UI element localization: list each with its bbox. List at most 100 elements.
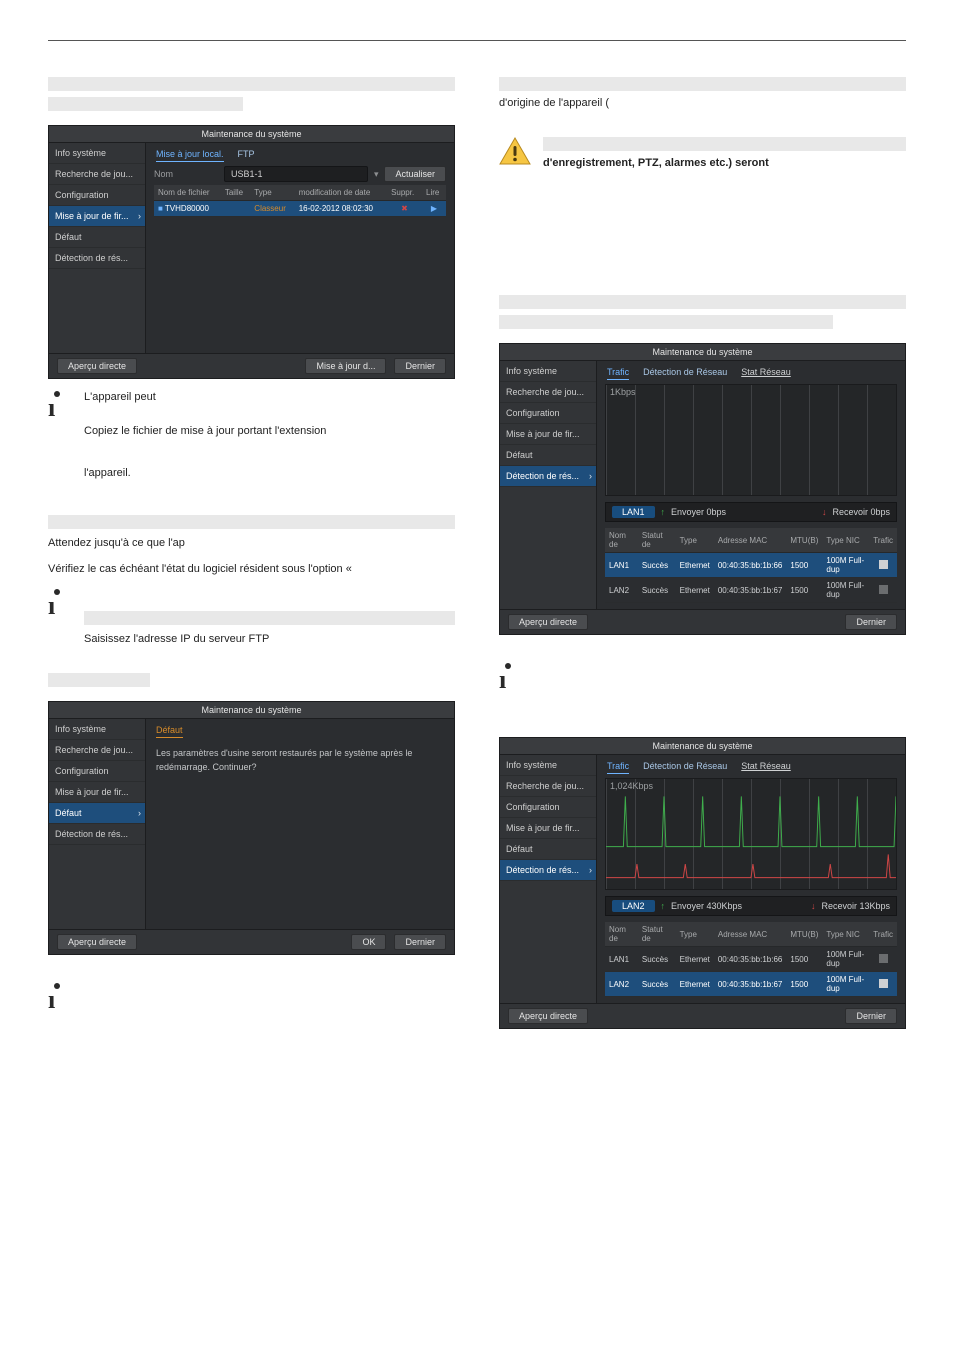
traffic-checkbox[interactable] xyxy=(869,972,897,997)
sidebar-item-info[interactable]: Info système xyxy=(49,143,145,164)
panel-title: Maintenance du système xyxy=(49,702,454,719)
info-text: l'appareil. xyxy=(84,467,131,479)
send-label: Envoyer 0bps xyxy=(671,507,726,517)
table-row[interactable]: LAN1 Succès Ethernet 00:40:35:bb:1b:66 1… xyxy=(605,947,897,972)
device-name-select[interactable]: USB1-1 xyxy=(224,166,368,182)
sidebar-item-default[interactable]: Défaut xyxy=(49,803,145,824)
tab-traffic[interactable]: Trafic xyxy=(607,367,629,380)
close-button[interactable]: Dernier xyxy=(845,614,897,630)
sidebar-item-log[interactable]: Recherche de jou... xyxy=(49,740,145,761)
maintenance-panel-default: Maintenance du système Info système Rech… xyxy=(48,701,455,955)
info-icon: ı xyxy=(48,981,72,1009)
sidebar-item-firmware[interactable]: Mise à jour de fir... xyxy=(49,206,145,227)
nic-badge: LAN1 xyxy=(612,506,655,518)
sidebar-item-log[interactable]: Recherche de jou... xyxy=(500,382,596,403)
sidebar-item-default[interactable]: Défaut xyxy=(500,445,596,466)
traffic-chart: 1,024Kbps xyxy=(605,778,897,890)
col-type: Type xyxy=(676,528,714,553)
redacted-bar xyxy=(499,315,833,329)
tab-net-stat[interactable]: Stat Réseau xyxy=(741,367,791,380)
redacted-bar xyxy=(499,295,906,309)
info-icon: ı xyxy=(48,389,72,417)
col-nic: Type NIC xyxy=(822,922,869,947)
close-button[interactable]: Dernier xyxy=(845,1008,897,1024)
sidebar-item-netdetect[interactable]: Détection de rés... xyxy=(49,824,145,845)
sidebar-item-netdetect[interactable]: Détection de rés... xyxy=(500,860,596,881)
table-row[interactable]: LAN1 Succès Ethernet 00:40:35:bb:1b:66 1… xyxy=(605,553,897,578)
info-text: Copiez le fichier de mise à jour portant… xyxy=(84,425,326,437)
redacted-bar xyxy=(48,77,455,91)
sidebar-item-default[interactable]: Défaut xyxy=(49,227,145,248)
sidebar-item-config[interactable]: Configuration xyxy=(500,403,596,424)
sidebar-item-netdetect[interactable]: Détection de rés... xyxy=(500,466,596,487)
tab-net-stat[interactable]: Stat Réseau xyxy=(741,761,791,774)
col-type: Type xyxy=(250,185,294,201)
panel-sidebar: Info système Recherche de jou... Configu… xyxy=(49,143,146,353)
info-icon: ı xyxy=(48,587,72,615)
col-mac: Adresse MAC xyxy=(714,528,787,553)
redacted-bar xyxy=(499,77,906,91)
col-name: Nom de xyxy=(605,528,638,553)
panel-title: Maintenance du système xyxy=(500,738,905,755)
live-preview-button[interactable]: Aperçu directe xyxy=(508,1008,588,1024)
sidebar-item-config[interactable]: Configuration xyxy=(500,797,596,818)
tab-local-update[interactable]: Mise à jour local. xyxy=(156,149,224,162)
confirm-message: Les paramètres d'usine seront restaurés … xyxy=(154,742,446,794)
col-del: Suppr. xyxy=(387,185,422,201)
table-row[interactable]: LAN2 Succès Ethernet 00:40:35:bb:1b:67 1… xyxy=(605,578,897,603)
sidebar-item-config[interactable]: Configuration xyxy=(49,761,145,782)
arrow-down-icon: ↓ xyxy=(811,901,816,911)
table-row[interactable]: ■ TVHD80000 Classeur 16-02-2012 08:02:30… xyxy=(154,201,446,217)
warning-icon xyxy=(499,137,531,168)
refresh-button[interactable]: Actualiser xyxy=(384,166,446,182)
label-name: Nom xyxy=(154,169,218,179)
tab-net-detect[interactable]: Détection de Réseau xyxy=(643,761,727,774)
col-status: Statut de xyxy=(638,528,676,553)
redacted-bar xyxy=(84,611,455,625)
tab-ftp[interactable]: FTP xyxy=(238,149,255,162)
play-icon[interactable]: ▶ xyxy=(422,201,446,217)
dropdown-icon[interactable]: ▾ xyxy=(374,169,379,180)
redacted-bar xyxy=(48,673,150,687)
recv-label: Recevoir 0bps xyxy=(832,507,890,517)
sidebar-item-config[interactable]: Configuration xyxy=(49,185,145,206)
panel-title: Maintenance du système xyxy=(49,126,454,143)
sidebar-item-netdetect[interactable]: Détection de rés... xyxy=(49,248,145,269)
live-preview-button[interactable]: Aperçu directe xyxy=(57,358,137,374)
col-traffic: Trafic xyxy=(869,528,897,553)
sidebar-item-info[interactable]: Info système xyxy=(49,719,145,740)
maintenance-panel-firmware: Maintenance du système Info système Rech… xyxy=(48,125,455,379)
top-rule xyxy=(48,40,906,41)
live-preview-button[interactable]: Aperçu directe xyxy=(508,614,588,630)
traffic-checkbox[interactable] xyxy=(869,947,897,972)
sidebar-item-default[interactable]: Défaut xyxy=(500,839,596,860)
col-mtu: MTU(B) xyxy=(786,922,822,947)
sidebar-item-info[interactable]: Info système xyxy=(500,361,596,382)
update-button[interactable]: Mise à jour d... xyxy=(305,358,386,374)
send-label: Envoyer 430Kbps xyxy=(671,901,742,911)
col-name: Nom de xyxy=(605,922,638,947)
live-preview-button[interactable]: Aperçu directe xyxy=(57,934,137,950)
nic-table: Nom de Statut de Type Adresse MAC MTU(B)… xyxy=(605,528,897,603)
traffic-checkbox[interactable] xyxy=(869,553,897,578)
arrow-up-icon: ↑ xyxy=(661,507,666,517)
tab-net-detect[interactable]: Détection de Réseau xyxy=(643,367,727,380)
sidebar-item-firmware[interactable]: Mise à jour de fir... xyxy=(500,818,596,839)
sidebar-item-info[interactable]: Info système xyxy=(500,755,596,776)
sidebar-item-log[interactable]: Recherche de jou... xyxy=(49,164,145,185)
tab-default[interactable]: Défaut xyxy=(156,725,183,738)
traffic-checkbox[interactable] xyxy=(869,578,897,603)
close-button[interactable]: Dernier xyxy=(394,934,446,950)
left-column: Maintenance du système Info système Rech… xyxy=(48,77,455,1029)
col-mtu: MTU(B) xyxy=(786,528,822,553)
cell-type: Classeur xyxy=(250,201,294,217)
body-text: Attendez jusqu'à ce que l'ap xyxy=(48,537,185,549)
delete-icon[interactable]: ✖ xyxy=(387,201,422,217)
sidebar-item-firmware[interactable]: Mise à jour de fir... xyxy=(49,782,145,803)
tab-traffic[interactable]: Trafic xyxy=(607,761,629,774)
ok-button[interactable]: OK xyxy=(351,934,386,950)
close-button[interactable]: Dernier xyxy=(394,358,446,374)
sidebar-item-firmware[interactable]: Mise à jour de fir... xyxy=(500,424,596,445)
table-row[interactable]: LAN2 Succès Ethernet 00:40:35:bb:1b:67 1… xyxy=(605,972,897,997)
sidebar-item-log[interactable]: Recherche de jou... xyxy=(500,776,596,797)
